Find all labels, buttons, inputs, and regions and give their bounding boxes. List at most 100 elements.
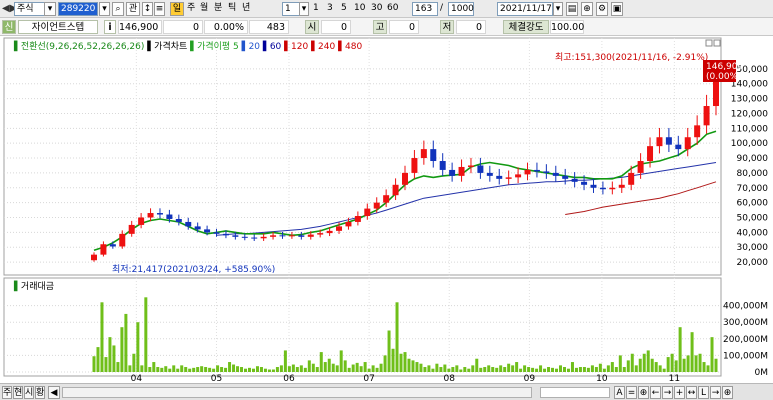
volume-bar — [714, 358, 718, 372]
interval-60[interactable]: 60 — [387, 2, 398, 16]
footer-btn-ju[interactable]: 주 — [2, 386, 12, 399]
close-icon[interactable] — [713, 39, 721, 47]
volume-bar — [144, 297, 148, 372]
restore-icon[interactable] — [705, 39, 713, 47]
volume-bar — [339, 350, 343, 372]
chart-area[interactable]: 20,000 30,000 40,000 50,000 60,000 70,000 80,0… — [0, 36, 773, 383]
minute-button[interactable]: 분 — [214, 2, 224, 16]
tool-zoom-icon[interactable]: ⊕ — [638, 386, 649, 399]
x-tick-label: 07 — [363, 374, 374, 383]
volume-bar — [459, 369, 463, 372]
volume-bar — [236, 366, 240, 372]
tool-l[interactable]: L — [698, 386, 709, 399]
candle-body — [298, 235, 305, 237]
footer-btn-hyun[interactable]: 현 — [13, 386, 23, 399]
chart-icon[interactable]: ▤ — [566, 2, 578, 16]
volume-bar — [483, 367, 487, 372]
volume-bar — [375, 367, 379, 372]
interval-1[interactable]: 1 — [313, 2, 319, 16]
y-tick-label: 40,000 — [737, 228, 769, 238]
y-tick-label: 100,000 — [731, 139, 768, 149]
volume-bar — [539, 365, 543, 372]
candle-body — [373, 202, 380, 209]
date-input[interactable]: 2021/11/17 — [497, 2, 553, 16]
x-tick-label: 11 — [669, 374, 680, 383]
info-bar: 신 자이언트스텝 i 146,900 0 0.00% 483 시 0 고 0 저… — [0, 18, 773, 36]
volume-bar — [710, 337, 714, 372]
zoom-slider[interactable] — [540, 387, 610, 398]
print-icon[interactable]: ▣ — [611, 2, 623, 16]
code-dropdown-icon[interactable]: ▾ — [99, 2, 110, 16]
scroll-left-icon[interactable]: ◀ — [48, 386, 60, 399]
candle-body — [222, 233, 229, 236]
tool-left-icon[interactable]: ← — [650, 386, 661, 399]
interval-30[interactable]: 30 — [371, 2, 382, 16]
candle-body — [524, 169, 531, 175]
list-icon[interactable]: ≡ — [154, 2, 165, 16]
tool-plus-icon[interactable]: + — [674, 386, 685, 399]
volume-bar — [626, 360, 630, 372]
volume-bar — [156, 367, 160, 372]
tool-eq[interactable]: = — [626, 386, 637, 399]
week-button[interactable]: 주 — [187, 2, 197, 16]
count-input[interactable]: 163 — [412, 2, 438, 16]
volume-bar — [395, 302, 399, 372]
legend: ▌전환선(9,26,26,52,26,26,26) ▌가격차트 ▌가격이평 5 … — [13, 40, 362, 52]
settings-icon[interactable]: ⚙ — [596, 2, 608, 16]
day-button[interactable]: 일 — [170, 2, 184, 16]
period-dropdown-icon[interactable]: ▾ — [299, 2, 309, 16]
y-tick-label: 120,000 — [731, 109, 768, 119]
legend-item: ▌60 — [260, 40, 282, 52]
volume-bar — [455, 365, 459, 372]
volume-bar — [212, 368, 216, 372]
candle-body — [232, 235, 239, 237]
tool-target-icon[interactable]: ⊕ — [722, 386, 733, 399]
volume-bar — [172, 365, 176, 372]
interval-5[interactable]: 5 — [341, 2, 347, 16]
tool-right-icon[interactable]: → — [662, 386, 673, 399]
tool-fit-icon[interactable]: ↔ — [686, 386, 697, 399]
volume-bar — [698, 353, 702, 372]
tool-next-icon[interactable]: → — [710, 386, 721, 399]
volume-bar — [359, 366, 363, 372]
high-annotation: 최고:151,300(2021/11/16, -2.91%) — [555, 52, 708, 63]
volume-bar — [160, 367, 164, 372]
tick-button[interactable]: 틱 — [228, 2, 238, 16]
interval-3[interactable]: 3 — [327, 2, 333, 16]
year-button[interactable]: 년 — [242, 2, 252, 16]
volume-bar — [100, 302, 104, 372]
volume-bar — [582, 367, 586, 372]
volume-bar — [347, 367, 351, 372]
volume-bar — [244, 368, 248, 372]
volume-bar — [662, 368, 666, 372]
footer-btn-hwang[interactable]: 황 — [35, 386, 45, 399]
month-button[interactable]: 월 — [200, 2, 210, 16]
info-icon[interactable]: i — [104, 20, 116, 34]
volume-bar — [467, 368, 471, 372]
volume-bar — [327, 358, 331, 372]
volume-bar — [491, 367, 495, 372]
volume-bar — [543, 368, 547, 372]
nav-arrow-icon[interactable]: ◀▶ — [2, 2, 17, 16]
volume-bar — [566, 368, 570, 372]
volume-bar — [267, 369, 271, 372]
horizontal-scrollbar[interactable] — [62, 387, 532, 398]
code-input[interactable]: 289220 — [58, 2, 98, 16]
candle-body — [675, 144, 682, 150]
y-tick-label: 130,000 — [731, 95, 768, 105]
kwan-button[interactable]: 관 — [126, 2, 140, 16]
market-dropdown-icon[interactable]: ▾ — [44, 2, 56, 16]
volume-bar — [283, 350, 287, 372]
sort-icon[interactable]: ↕ — [142, 2, 153, 16]
total-input[interactable]: 1000 — [448, 2, 474, 16]
calendar-dropdown-icon[interactable]: ▾ — [553, 2, 563, 16]
interval-10[interactable]: 10 — [354, 2, 365, 16]
zoom-icon[interactable]: ⊕ — [581, 2, 593, 16]
search-icon[interactable]: ⌕ — [112, 2, 124, 16]
tool-a[interactable]: A — [614, 386, 625, 399]
candle-body — [326, 230, 333, 234]
volume-bar — [112, 345, 116, 372]
footer-btn-si[interactable]: 시 — [24, 386, 34, 399]
volume-bar — [232, 364, 236, 372]
volume-bar — [694, 355, 698, 372]
